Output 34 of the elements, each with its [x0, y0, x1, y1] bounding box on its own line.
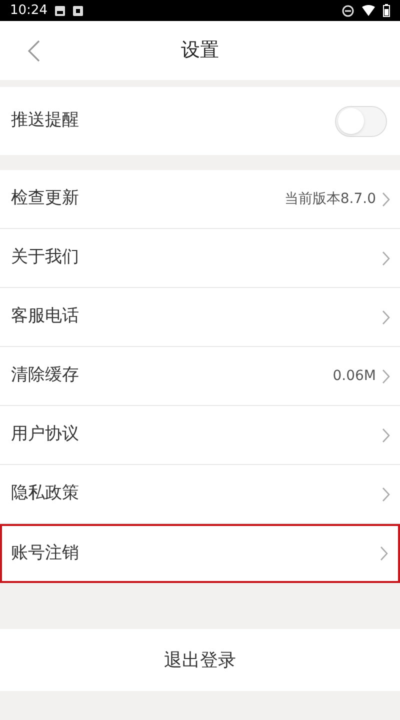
- chevron-right-icon: [382, 310, 390, 324]
- image-icon: [55, 6, 66, 16]
- chevron-right-icon: [382, 368, 390, 384]
- chevron-right-icon: [382, 428, 390, 442]
- row-label: 用户协议: [11, 423, 80, 446]
- status-time: 10:24: [10, 2, 48, 20]
- battery-icon: [383, 4, 390, 17]
- settings-row[interactable]: 客服电话: [0, 288, 400, 347]
- do-not-disturb-icon: [342, 4, 354, 16]
- square-icon: [73, 6, 84, 16]
- row-value: 0.06M: [332, 366, 376, 386]
- settings-row[interactable]: 用户协议: [0, 406, 400, 465]
- toggle-switch[interactable]: [335, 106, 387, 136]
- wifi-icon: [362, 5, 375, 16]
- row-label: 账号注销: [11, 542, 80, 565]
- back-icon[interactable]: [28, 40, 40, 62]
- row-label: 隐私政策: [11, 482, 80, 506]
- logout-button[interactable]: 退出登录: [0, 629, 400, 691]
- chevron-right-icon: [380, 546, 388, 561]
- settings-row[interactable]: 清除缓存 0.06M: [0, 347, 400, 406]
- settings-row[interactable]: 关于我们: [0, 229, 400, 288]
- settings-row[interactable]: 检查更新 当前版本8.7.0: [0, 170, 400, 229]
- row-value: 当前版本8.7.0: [284, 190, 376, 208]
- settings-row[interactable]: 账号注销: [0, 524, 400, 583]
- row-label: 客服电话: [11, 305, 80, 328]
- chevron-right-icon: [382, 486, 390, 502]
- row-label: 检查更新: [11, 187, 80, 210]
- chevron-right-icon: [382, 192, 390, 206]
- row-label: 关于我们: [11, 246, 80, 270]
- page-title: 设置: [181, 38, 219, 64]
- push-label: 推送提醒: [11, 109, 80, 132]
- row-label: 清除缓存: [11, 364, 80, 388]
- chevron-right-icon: [382, 250, 390, 266]
- settings-row[interactable]: 隐私政策: [0, 465, 400, 524]
